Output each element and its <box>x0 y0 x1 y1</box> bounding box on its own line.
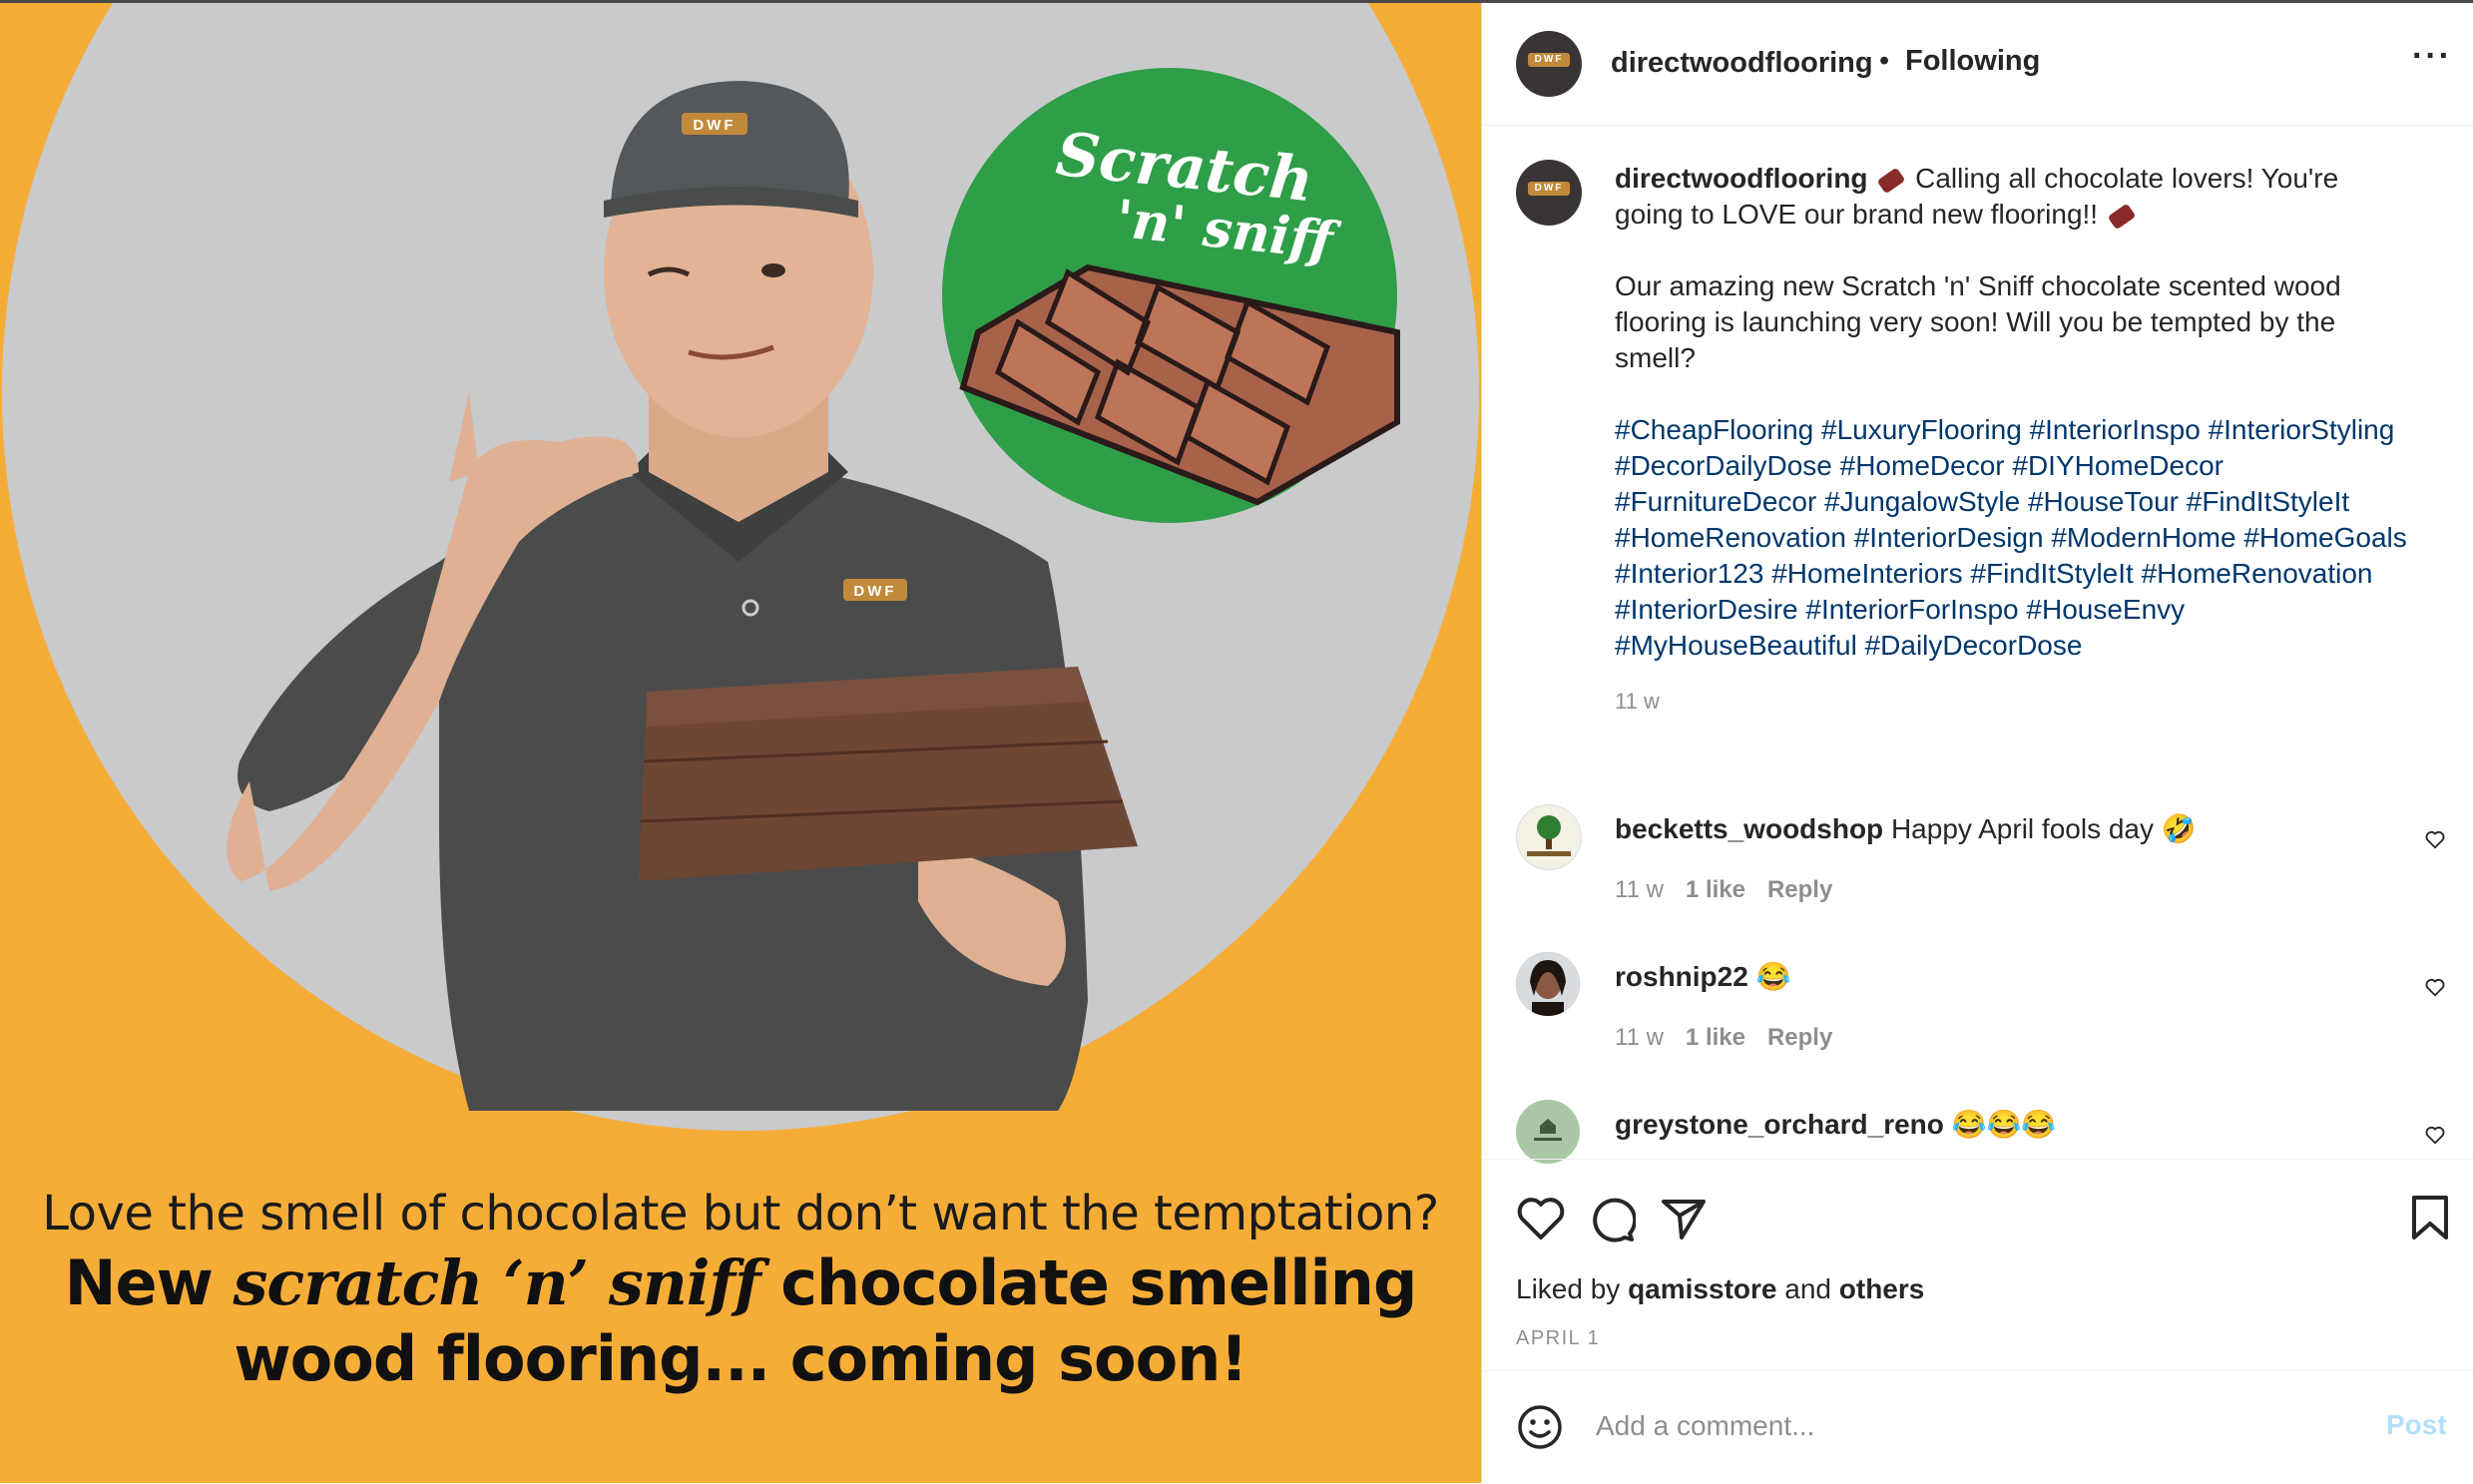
comment-text: becketts_woodshop Happy April fools day … <box>1615 812 2197 845</box>
header-separator: • <box>1879 45 1890 77</box>
comment-username[interactable]: greystone_orchard_reno <box>1615 1109 1944 1140</box>
profile-photo-icon <box>1516 952 1580 1016</box>
shirt-logo: DWF <box>853 583 896 600</box>
liked-others[interactable]: others <box>1839 1273 1925 1304</box>
post-date[interactable]: APRIL 1 <box>1516 1327 1600 1350</box>
comment-icon[interactable] <box>1588 1196 1636 1243</box>
reply-button[interactable]: Reply <box>1767 876 1832 903</box>
chocolate-emoji-icon <box>2107 203 2137 231</box>
reply-button[interactable]: Reply <box>1767 1024 1832 1051</box>
emoji-icon[interactable] <box>1516 1403 1564 1451</box>
comment-heart-icon[interactable] <box>2424 828 2446 850</box>
comment-username[interactable]: roshnip22 <box>1615 961 1748 992</box>
comment-meta: 11 w 1 like Reply <box>1615 1024 1854 1052</box>
add-comment-bar: Post <box>1482 1370 2473 1484</box>
author-avatar[interactable]: DWF <box>1516 31 1582 97</box>
comment-likes[interactable]: 1 like <box>1686 1024 1745 1051</box>
post-header: DWF directwoodflooring • Following ··· <box>1482 3 2473 126</box>
caption-line2-a: New <box>64 1246 234 1319</box>
caption-intro: directwoodflooring Calling all chocolate… <box>1615 161 2413 233</box>
hashtags[interactable]: #CheapFlooring #LuxuryFlooring #Interior… <box>1615 412 2413 664</box>
caption-line2: Our amazing new Scratch 'n' Sniff chocol… <box>1615 270 2341 373</box>
comment-heart-icon[interactable] <box>2424 1124 2446 1146</box>
cap-logo: DWF <box>693 117 736 134</box>
comment-username[interactable]: becketts_woodshop <box>1615 813 1883 844</box>
comment-likes[interactable]: 1 like <box>1686 876 1745 903</box>
caption-line2-script: scratch ‘n’ sniff <box>233 1246 760 1319</box>
post-media[interactable]: DWF DWF Scratch 'n' sniff Love the smell… <box>0 3 1481 1483</box>
avatar-logo: DWF <box>1528 182 1570 196</box>
commenter-avatar[interactable] <box>1516 1100 1580 1164</box>
author-username[interactable]: directwoodflooring <box>1611 47 1873 80</box>
open-eye <box>761 263 785 277</box>
liked-prefix: Liked by <box>1516 1273 1629 1304</box>
post-caption: directwoodflooring Calling all chocolate… <box>1615 161 2413 720</box>
caption-age[interactable]: 11 w <box>1615 684 2413 720</box>
more-horizontal-icon[interactable]: ··· <box>2412 37 2452 76</box>
comment-text: greystone_orchard_reno 😂😂😂 <box>1615 1108 2056 1141</box>
chocolate-emoji-icon <box>1876 167 1906 195</box>
comment-body: Happy April fools day 🤣 <box>1890 813 2197 844</box>
liked-by: Liked by qamisstore and others <box>1516 1273 1924 1305</box>
caption-avatar[interactable]: DWF <box>1516 160 1582 226</box>
caption-headline: New scratch ‘n’ sniff chocolate smelling… <box>0 1245 1481 1397</box>
avatar-logo: DWF <box>1528 53 1570 67</box>
commenter-avatar[interactable] <box>1516 952 1580 1016</box>
caption-line3: wood flooring... coming soon! <box>234 1322 1247 1395</box>
share-icon[interactable] <box>1660 1196 1708 1241</box>
comment-age[interactable]: 11 w <box>1615 876 1664 903</box>
post-comment-button[interactable]: Post <box>2386 1409 2447 1441</box>
comment-body: 😂😂😂 <box>1951 1109 2057 1140</box>
comment-meta: 11 w 1 like Reply <box>1615 876 1854 904</box>
post-actions: Liked by qamisstore and others APRIL 1 <box>1482 1159 2473 1349</box>
save-bookmark-icon[interactable] <box>2410 1194 2450 1241</box>
comment-text: roshnip22 😂 <box>1615 960 1790 993</box>
caption-line2-b: chocolate smelling <box>759 1246 1417 1319</box>
tree-logo-icon <box>1527 815 1571 856</box>
house-logo-icon <box>1534 1119 1562 1141</box>
caption-line1: Love the smell of chocolate but don’t wa… <box>42 1186 1439 1241</box>
like-heart-icon[interactable] <box>1516 1196 1566 1241</box>
liked-mid: and <box>1776 1273 1839 1304</box>
comment-age[interactable]: 11 w <box>1615 1024 1664 1051</box>
comment-input[interactable] <box>1594 1405 2296 1447</box>
comment-heart-icon[interactable] <box>2424 976 2446 998</box>
comment-body: 😂 <box>1755 961 1791 992</box>
commenter-avatar[interactable] <box>1516 804 1582 870</box>
caption-username[interactable]: directwoodflooring <box>1615 163 1868 194</box>
liked-user[interactable]: qamisstore <box>1628 1273 1776 1304</box>
comments-scroll[interactable]: DWF directwoodflooring Calling all choco… <box>1482 126 2473 1164</box>
following-button[interactable]: Following <box>1905 45 2040 78</box>
post-panel: DWF directwoodflooring • Following ··· D… <box>1481 3 2473 1483</box>
